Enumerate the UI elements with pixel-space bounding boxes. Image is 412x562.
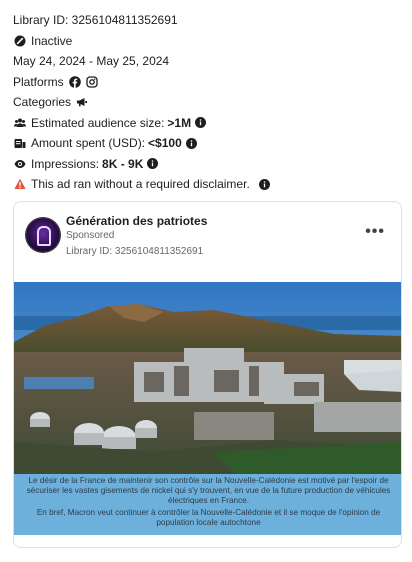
audience-value: >1M bbox=[167, 115, 192, 130]
library-id-row: Library ID: 3256104811352691 bbox=[13, 10, 403, 30]
date-range-row: May 24, 2024 - May 25, 2024 bbox=[13, 51, 403, 71]
ad-caption: Le désir de la France de maintenir son c… bbox=[14, 474, 401, 535]
ad-preview-card: Génération des patriotes Sponsored Libra… bbox=[13, 201, 402, 548]
impressions-info-icon[interactable] bbox=[147, 158, 159, 169]
ad-image: Le désir de la France de maintenir son c… bbox=[14, 282, 401, 535]
audience-row: Estimated audience size: >1M bbox=[13, 113, 403, 133]
page-avatar[interactable] bbox=[26, 218, 60, 252]
people-icon bbox=[13, 116, 26, 129]
landscape-photo bbox=[14, 282, 401, 474]
impressions-row: Impressions: 8K - 9K bbox=[13, 154, 403, 174]
inactive-icon bbox=[13, 34, 26, 47]
facebook-icon bbox=[68, 75, 81, 88]
eye-icon bbox=[13, 157, 26, 170]
platforms-row: Platforms bbox=[13, 72, 403, 92]
audience-label: Estimated audience size: bbox=[31, 115, 165, 130]
library-id-text: Library ID: 3256104811352691 bbox=[13, 13, 178, 27]
audience-info-icon[interactable] bbox=[195, 117, 207, 128]
sponsored-label: Sponsored bbox=[66, 230, 115, 241]
categories-label: Categories bbox=[13, 95, 72, 109]
status-row: Inactive bbox=[13, 31, 403, 51]
amount-value: <$100 bbox=[148, 136, 182, 150]
amount-spent-row: Amount spent (USD): <$100 bbox=[13, 133, 403, 153]
categories-row: Categories bbox=[13, 92, 403, 112]
page-name[interactable]: Génération des patriotes bbox=[66, 214, 207, 228]
disclaimer-row: This ad ran without a required disclaime… bbox=[13, 174, 403, 194]
money-icon bbox=[13, 137, 26, 150]
card-library-id: Library ID: 3256104811352691 bbox=[66, 246, 204, 257]
warning-icon bbox=[13, 178, 26, 191]
date-range-text: May 24, 2024 - May 25, 2024 bbox=[13, 54, 170, 68]
disclaimer-text: This ad ran without a required disclaime… bbox=[31, 177, 250, 191]
disclaimer-info-icon[interactable] bbox=[258, 178, 270, 190]
impressions-value: 8K - 9K bbox=[102, 156, 144, 171]
instagram-icon bbox=[86, 75, 98, 88]
megaphone-icon bbox=[76, 96, 88, 108]
caption-paragraph-2: En bref, Macron veut continuer à contrôl… bbox=[36, 508, 381, 527]
status-text: Inactive bbox=[31, 33, 73, 48]
caption-paragraph-1: Le désir de la France de maintenir son c… bbox=[26, 476, 391, 505]
more-options-button[interactable]: ••• bbox=[365, 224, 385, 240]
amount-info-icon[interactable] bbox=[185, 137, 197, 149]
platforms-label: Platforms bbox=[13, 74, 64, 89]
ad-metadata: Library ID: 3256104811352691 Inactive Ma… bbox=[13, 10, 403, 195]
amount-label: Amount spent (USD): bbox=[31, 136, 146, 150]
impressions-label: Impressions: bbox=[31, 156, 100, 171]
